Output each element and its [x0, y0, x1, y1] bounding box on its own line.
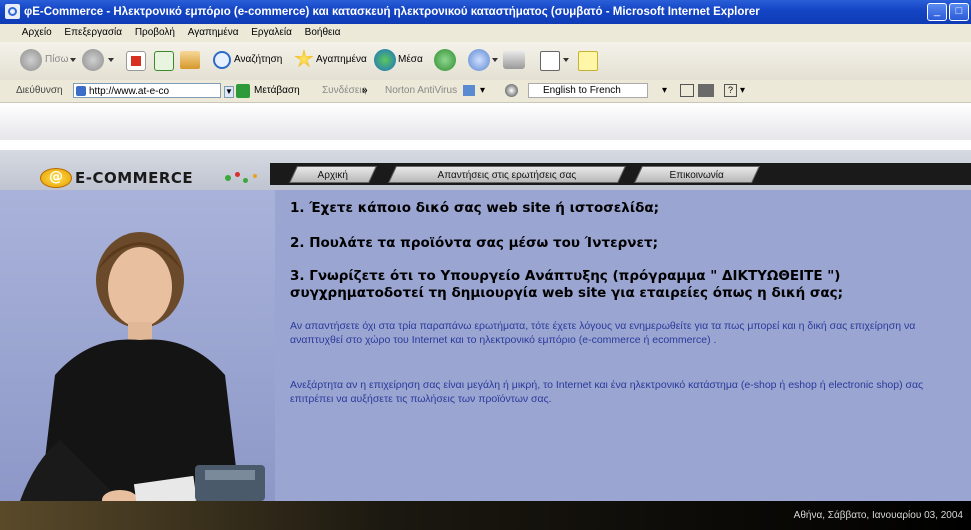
logo-decoration-icon	[225, 172, 265, 184]
back-button-label[interactable]: Πίσω	[45, 54, 68, 65]
messenger-icon[interactable]	[578, 51, 598, 71]
forward-arrow-icon[interactable]	[82, 49, 104, 71]
address-input[interactable]: http://www.at-e-co	[73, 83, 221, 98]
translate-language-select[interactable]: English to French	[528, 83, 648, 98]
search-button-label[interactable]: Αναζήτηση	[234, 54, 282, 65]
highlight-icon[interactable]	[680, 84, 694, 97]
menu-item-help[interactable]: Βοήθεια	[300, 24, 346, 42]
window-title: φE-Commerce - Ηλεκτρονικό εμπόριο (e-com…	[24, 6, 760, 18]
go-button-label[interactable]: Μετάβαση	[254, 80, 300, 102]
norton-icon[interactable]	[463, 85, 475, 96]
woman-photo	[20, 232, 265, 501]
site-logo-text[interactable]: E-COMMERCE	[75, 169, 193, 187]
menu-bar: Αρχείο Επεξεργασία Προβολή Αγαπημένα Εργ…	[0, 24, 971, 43]
search-icon[interactable]	[213, 51, 231, 69]
help-dropdown-icon[interactable]: ▾	[740, 80, 745, 102]
mail-dropdown-icon[interactable]	[492, 58, 498, 62]
ecommerce-logo-icon[interactable]	[40, 168, 72, 188]
back-arrow-icon[interactable]	[20, 49, 42, 71]
print-icon[interactable]	[503, 51, 525, 69]
intro-paragraph: Αν απαντήσετε όχι στα τρία παραπάνω ερωτ…	[290, 320, 916, 346]
standard-toolbar: Πίσω Αναζήτηση Αγαπημένα Μέσα	[0, 42, 971, 81]
address-url: http://www.at-e-co	[89, 86, 170, 97]
footer-date: Αθήνα, Σάββατο, Ιανουαρίου 03, 2004	[793, 510, 963, 521]
address-label: Διεύθυνση	[16, 85, 63, 96]
address-dropdown-icon[interactable]: ▼	[224, 86, 234, 98]
favorites-star-icon[interactable]	[294, 49, 314, 68]
norton-antivirus-button[interactable]: Norton AntiVirus	[385, 80, 457, 102]
tools-icon[interactable]	[698, 84, 714, 97]
minimize-button[interactable]: _	[927, 3, 947, 21]
tab-home[interactable]: Αρχική	[289, 166, 377, 183]
links-label[interactable]: Συνδέσεις	[322, 80, 366, 102]
question-2: 2. Πουλάτε τα προϊόντα σας μέσω του Ίντε…	[290, 235, 659, 251]
translate-globe-icon[interactable]	[505, 84, 518, 97]
mail-icon[interactable]	[468, 49, 490, 71]
maximize-button[interactable]: □	[949, 3, 969, 21]
back-dropdown-icon[interactable]	[70, 58, 76, 62]
menu-item-edit[interactable]: Επεξεργασία	[59, 24, 127, 42]
favorites-button-label[interactable]: Αγαπημένα	[316, 54, 367, 65]
help-icon[interactable]: ?	[724, 84, 737, 97]
question-3-line-2: συγχρηματοδοτεί τη δημιουργία web site γ…	[290, 285, 844, 301]
tab-contact[interactable]: Επικοινωνία	[634, 166, 760, 183]
translate-dropdown-icon[interactable]: ▾	[662, 80, 667, 102]
internet-explorer-icon	[5, 4, 20, 19]
page-footer: Αθήνα, Σάββατο, Ιανουαρίου 03, 2004	[0, 501, 971, 530]
media-icon[interactable]	[374, 49, 396, 71]
window-title-bar[interactable]: φE-Commerce - Ηλεκτρονικό εμπόριο (e-com…	[0, 0, 971, 24]
forward-dropdown-icon[interactable]	[108, 58, 114, 62]
address-bar: Διεύθυνση http://www.at-e-co ▼ Μετάβαση …	[0, 80, 971, 103]
media-button-label[interactable]: Μέσα	[398, 54, 423, 65]
question-1: 1. Έχετε κάποιο δικό σας web site ή ιστο…	[290, 200, 660, 216]
menu-item-favorites[interactable]: Αγαπημένα	[183, 24, 244, 42]
question-3-line-1: 3. Γνωρίζετε ότι το Υπουργείο Ανάπτυξης …	[290, 268, 841, 284]
menu-item-file[interactable]: Αρχείο	[17, 24, 57, 42]
refresh-icon[interactable]	[154, 51, 174, 71]
page-top-strip	[0, 103, 971, 140]
page-icon	[76, 86, 86, 96]
go-arrow-icon[interactable]	[236, 84, 250, 98]
tab-answers[interactable]: Απαντήσεις στις ερωτήσεις σας	[388, 166, 626, 183]
edit-icon[interactable]	[540, 51, 560, 71]
menu-item-view[interactable]: Προβολή	[130, 24, 180, 42]
history-icon[interactable]	[434, 49, 456, 71]
norton-dropdown-icon[interactable]: ▾	[480, 80, 485, 102]
info-paragraph: Ανεξάρτητα αν η επιχείρηση σας είναι μεγ…	[290, 379, 924, 405]
chevron-right-icon[interactable]: »	[362, 80, 368, 102]
menu-item-tools[interactable]: Εργαλεία	[246, 24, 297, 42]
translate-selected-option: English to French	[543, 85, 621, 96]
edit-dropdown-icon[interactable]	[563, 58, 569, 62]
home-icon[interactable]	[180, 51, 200, 69]
stop-icon[interactable]	[126, 51, 146, 71]
